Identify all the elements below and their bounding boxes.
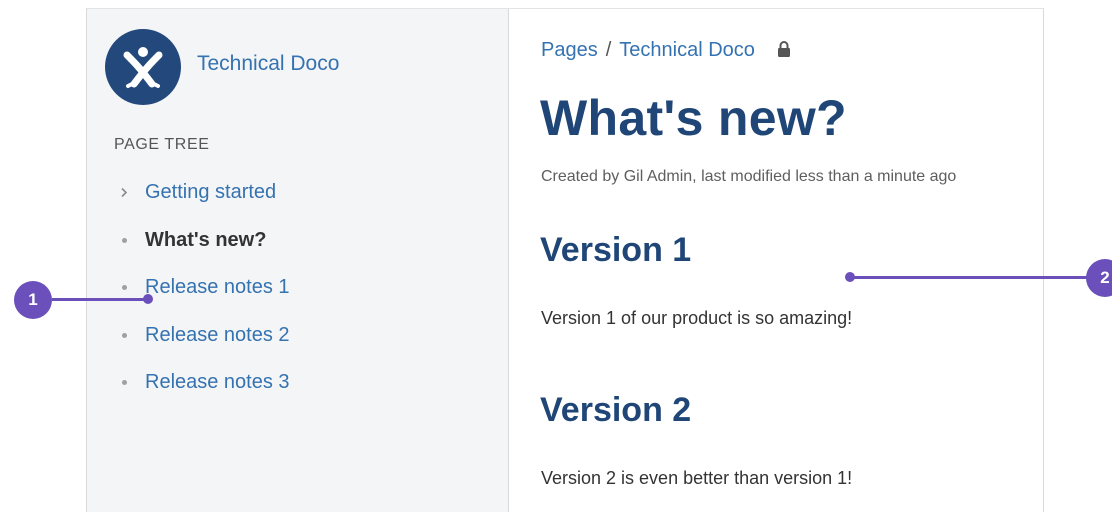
page-tree-item-whats-new[interactable]: What's new? (117, 217, 290, 265)
page-title: What's new? (540, 90, 847, 146)
page-tree-item-label[interactable]: Release notes 1 (145, 276, 290, 299)
callout-1-line (52, 298, 148, 301)
bullet-icon (117, 380, 131, 386)
section-text-version-1: Version 1 of our product is so amazing! (541, 308, 853, 328)
space-sidebar: Technical Doco PAGE TREE Getting started… (87, 9, 509, 512)
chevron-right-icon[interactable] (117, 187, 131, 198)
callout-2-badge: 2 (1086, 259, 1112, 297)
page-tree-item-label[interactable]: Getting started (145, 181, 276, 204)
page-tree-item-label[interactable]: Release notes 3 (145, 371, 290, 394)
page-tree-item-release-notes-3[interactable]: Release notes 3 (117, 359, 290, 407)
page-tree-item-label[interactable]: Release notes 2 (145, 324, 290, 347)
page-tree-heading: PAGE TREE (114, 136, 210, 153)
breadcrumb-pages-link[interactable]: Pages (541, 39, 598, 62)
space-header: Technical Doco (105, 29, 339, 105)
breadcrumb-space-link[interactable]: Technical Doco (619, 39, 755, 62)
page-tree-item-release-notes-2[interactable]: Release notes 2 (117, 312, 290, 360)
callout-1-dot (143, 294, 153, 304)
lock-icon[interactable] (777, 40, 791, 58)
page-byline: Created by Gil Admin, last modified less… (541, 168, 957, 185)
section-heading-version-2: Version 2 (540, 391, 692, 429)
callout-1-badge: 1 (14, 281, 52, 319)
breadcrumb: Pages / Technical Doco (541, 39, 791, 62)
screenshot-stage: Technical Doco PAGE TREE Getting started… (0, 0, 1112, 512)
page-content: Pages / Technical Doco What's new? Creat… (509, 9, 1043, 512)
page-tree-item-getting-started[interactable]: Getting started (117, 169, 290, 217)
section-heading-version-1: Version 1 (540, 231, 692, 269)
section-text-version-2: Version 2 is even better than version 1! (541, 468, 853, 488)
page-tree-item-release-notes-1[interactable]: Release notes 1 (117, 264, 290, 312)
atlassian-x-logo-icon (123, 47, 163, 88)
space-name-link[interactable]: Technical Doco (197, 52, 339, 76)
space-logo-icon[interactable] (105, 29, 181, 105)
confluence-page-window: Technical Doco PAGE TREE Getting started… (86, 8, 1044, 512)
bullet-icon (117, 237, 131, 243)
bullet-icon (117, 332, 131, 338)
breadcrumb-separator: / (605, 39, 612, 61)
callout-2-line (850, 276, 1088, 279)
bullet-icon (117, 285, 131, 291)
page-tree: Getting started What's new? Release note… (117, 169, 290, 407)
page-tree-item-label[interactable]: What's new? (145, 229, 266, 252)
